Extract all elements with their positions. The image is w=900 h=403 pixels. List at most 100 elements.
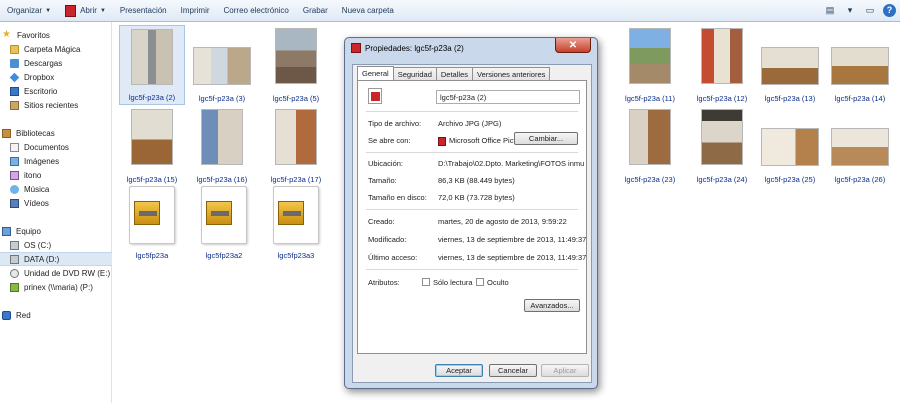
sidebar-item-label: Sitios recientes [24, 100, 79, 110]
new-folder-button[interactable]: Nueva carpeta [335, 0, 401, 22]
close-icon: ✕ [568, 39, 578, 51]
filename-field[interactable]: lgc5f-p23a (2) [436, 90, 580, 104]
sidebar-item-bibliotecas[interactable]: Bibliotecas [2, 126, 114, 140]
print-button[interactable]: Imprimir [174, 0, 217, 22]
tab-versiones-anteriores[interactable]: Versiones anteriores [472, 67, 551, 80]
slideshow-button[interactable]: Presentación [113, 0, 174, 22]
image-thumbnail [201, 109, 243, 165]
sidebar-item-dropbox[interactable]: Dropbox [9, 70, 122, 84]
drive-icon [10, 240, 19, 250]
size-label: Tamaño: [368, 176, 397, 185]
tab-general[interactable]: General [357, 66, 394, 80]
file-item[interactable]: lgc5fp23a2 [191, 182, 257, 262]
change-view-icon[interactable]: ▤ [823, 3, 837, 17]
image-thumbnail [701, 28, 743, 84]
email-button[interactable]: Correo electrónico [217, 0, 296, 22]
burn-button[interactable]: Grabar [296, 0, 335, 22]
sidebar-item-equipo[interactable]: Equipo [2, 224, 114, 238]
close-button[interactable]: ✕ [555, 38, 591, 53]
file-item[interactable]: lgc5f-p23a (24) [689, 106, 755, 186]
image-thumbnail [275, 109, 317, 165]
sidebar-item-label: OS (C:) [24, 240, 52, 250]
view-dropdown-icon[interactable]: ▾ [843, 3, 857, 17]
file-type-value: Archivo JPG (JPG) [438, 119, 502, 128]
network-drive-icon [10, 282, 19, 292]
read-only-checkbox[interactable] [422, 278, 430, 286]
sidebar-item-imagenes[interactable]: Imágenes [10, 154, 122, 168]
sidebar-item-documentos[interactable]: Documentos [10, 140, 122, 154]
image-thumbnail [193, 47, 251, 85]
location-label: Ubicación: [368, 159, 404, 168]
sidebar-item-descargas[interactable]: Descargas [10, 56, 122, 70]
zip-file-icon [201, 186, 247, 244]
file-item[interactable]: lgc5f-p23a (14) [827, 25, 893, 105]
preview-pane-icon[interactable]: ▭ [863, 3, 877, 17]
open-label: Abrir [80, 6, 97, 15]
sidebar-item-favoritos[interactable]: ★ Favoritos [2, 28, 114, 42]
sidebar-item-red[interactable]: Red [2, 308, 114, 322]
network-icon [2, 310, 11, 320]
sidebar-item-itono[interactable]: itono [10, 168, 122, 182]
sidebar-item-videos[interactable]: Vídeos [10, 196, 122, 210]
file-item[interactable]: lgc5f-p23a (13) [757, 25, 823, 105]
modified-label: Modificado: [368, 235, 407, 244]
file-item[interactable]: lgc5fp23a3 [263, 182, 329, 262]
file-label: lgc5f-p23a (12) [696, 94, 748, 103]
file-label: lgc5fp23a3 [277, 251, 315, 260]
tab-detalles[interactable]: Detalles [435, 67, 473, 80]
pictures-icon [10, 156, 19, 166]
file-item[interactable]: lgc5fp23a [119, 182, 185, 262]
sidebar-item-prinex-p[interactable]: prinex (\\maria) (P:) [10, 280, 122, 294]
help-icon[interactable]: ? [883, 3, 896, 17]
file-item[interactable]: lgc5f-p23a (15) [119, 106, 185, 186]
sidebar-item-sitios-recientes[interactable]: Sitios recientes [10, 98, 122, 112]
image-thumbnail [131, 29, 173, 85]
last-access-value: viernes, 13 de septiembre de 2013, 11:49… [438, 253, 587, 262]
file-item[interactable]: lgc5f-p23a (25) [757, 106, 823, 186]
file-item[interactable]: lgc5f-p23a (17) [263, 106, 329, 186]
download-icon [10, 58, 19, 68]
size-on-disk-value: 72,0 KB (73.728 bytes) [438, 193, 515, 202]
sidebar-item-label: Equipo [16, 226, 41, 236]
file-item[interactable]: lgc5f-p23a (11) [617, 25, 683, 105]
sidebar-item-musica[interactable]: Música [10, 182, 122, 196]
tab-seguridad[interactable]: Seguridad [392, 67, 437, 80]
library-icon [10, 170, 19, 180]
sidebar-item-dvd-e[interactable]: Unidad de DVD RW (E:) [10, 266, 122, 280]
read-only-label: Sólo lectura [433, 278, 473, 287]
ok-button[interactable]: Aceptar [435, 364, 483, 377]
file-item[interactable]: lgc5f-p23a (16) [189, 106, 255, 186]
created-label: Creado: [368, 217, 395, 226]
divider [366, 111, 578, 112]
change-button[interactable]: Cambiar... [514, 132, 578, 145]
file-item[interactable]: lgc5f-p23a (5) [263, 25, 329, 105]
file-item[interactable]: lgc5f-p23a (12) [689, 25, 755, 105]
sidebar-item-escritorio[interactable]: Escritorio [10, 84, 122, 98]
picture-manager-icon [351, 43, 361, 53]
apply-button[interactable]: Aplicar [541, 364, 589, 377]
open-button[interactable]: Abrir ▼ [58, 0, 113, 22]
file-item[interactable]: lgc5f-p23a (2) [119, 25, 185, 105]
sidebar-item-os-c[interactable]: OS (C:) [10, 238, 122, 252]
cancel-button[interactable]: Cancelar [489, 364, 537, 377]
image-thumbnail [629, 28, 671, 84]
hidden-checkbox[interactable] [476, 278, 484, 286]
videos-icon [10, 198, 19, 208]
opens-with-label: Se abre con: [368, 136, 411, 145]
dialog-body: General Seguridad Detalles Versiones ant… [352, 64, 592, 383]
organize-menu[interactable]: Organizar ▼ [0, 0, 58, 22]
image-thumbnail [761, 128, 819, 166]
file-label: lgc5f-p23a (26) [834, 175, 886, 184]
sidebar-item-label: Documentos [24, 142, 69, 152]
advanced-button[interactable]: Avanzados... [524, 299, 580, 312]
file-item[interactable]: lgc5f-p23a (23) [617, 106, 683, 186]
image-thumbnail [831, 47, 889, 85]
divider [366, 269, 578, 270]
file-item[interactable]: lgc5f-p23a (3) [189, 25, 255, 105]
file-item[interactable]: lgc5f-p23a (26) [827, 106, 893, 186]
sidebar-item-carpeta-magica[interactable]: Carpeta Mágica [10, 42, 122, 56]
picture-manager-icon [438, 136, 446, 146]
slideshow-label: Presentación [119, 6, 167, 15]
sidebar-item-data-d[interactable]: DATA (D:) [0, 252, 112, 266]
file-label: lgc5f-p23a (11) [625, 94, 675, 103]
